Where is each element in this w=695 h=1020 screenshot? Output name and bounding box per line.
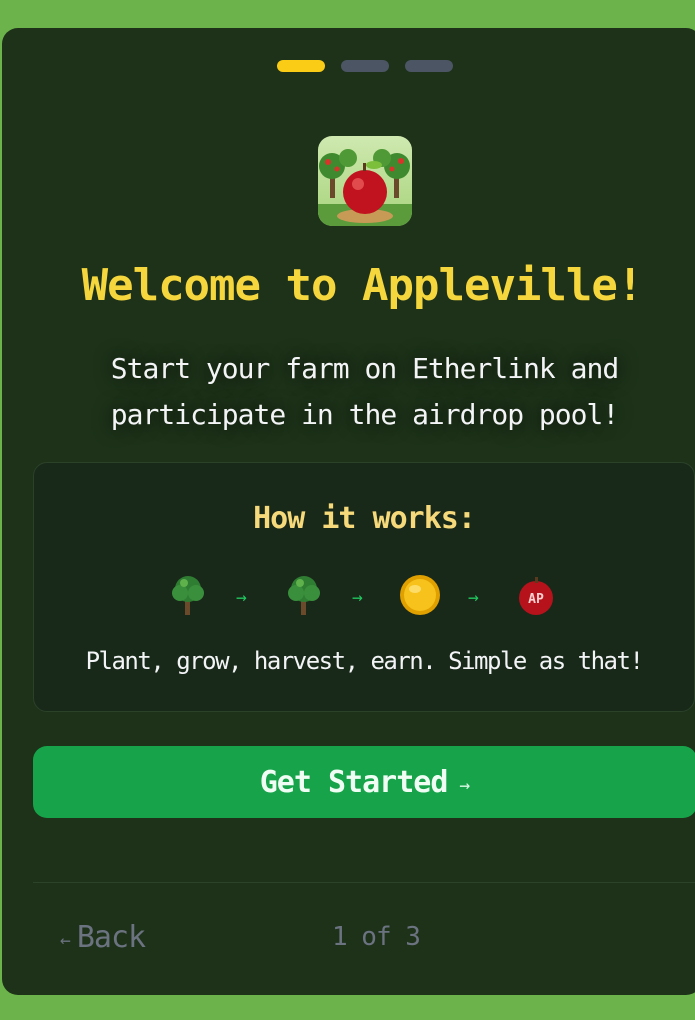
grown-tree-icon [280, 571, 328, 619]
svg-text:AP: AP [528, 592, 544, 607]
how-it-works-panel: How it works: → → → AP Plant, grow, harv… [33, 462, 695, 712]
how-it-works-description: Plant, grow, harvest, earn. Simple as th… [85, 647, 644, 675]
sapling-tree-icon [164, 571, 212, 619]
step-dot-2[interactable] [340, 60, 389, 72]
gold-coin-icon [396, 571, 444, 619]
subtitle-line-2: participate in the airdrop pool! [110, 398, 619, 431]
get-started-label: Get Started [259, 764, 449, 800]
step-progress-text: 1 of 3 [332, 922, 421, 952]
step-dot-1-active[interactable] [276, 60, 325, 72]
how-it-works-steps: → → → AP [164, 571, 564, 621]
step-arrow: → [468, 587, 479, 608]
back-label: Back [76, 920, 146, 955]
how-it-works-heading: How it works: [253, 501, 476, 536]
get-started-button[interactable]: Get Started → [33, 746, 695, 818]
appleville-logo-icon [318, 136, 412, 226]
back-button[interactable]: ← Back [60, 920, 146, 955]
step-arrow: → [352, 587, 363, 608]
step-indicator [2, 60, 695, 72]
page-title: Welcome to Appleville! [81, 260, 644, 311]
onboarding-card: Welcome to Appleville! Start your farm o… [2, 28, 695, 995]
footer-divider [33, 882, 695, 883]
subtitle: Start your farm on Etherlink and partici… [52, 346, 677, 438]
arrow-right-icon: → [459, 774, 471, 796]
step-dot-3[interactable] [404, 60, 453, 72]
subtitle-line-1: Start your farm on Etherlink and [110, 352, 619, 385]
ap-token-apple-icon: AP [512, 571, 560, 619]
step-arrow: → [236, 587, 247, 608]
arrow-left-icon: ← [60, 930, 71, 951]
